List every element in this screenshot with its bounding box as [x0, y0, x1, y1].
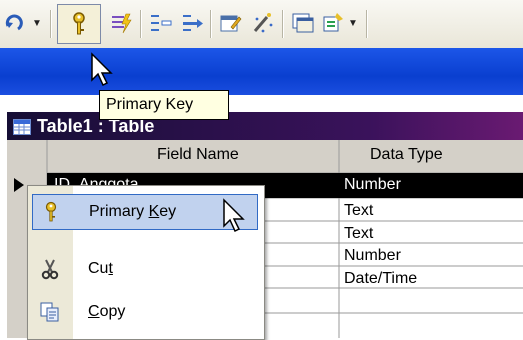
redo-dropdown-icon[interactable]: ▼	[32, 18, 42, 29]
mouse-cursor-icon	[91, 52, 113, 87]
scissors-icon	[32, 251, 68, 287]
toolbar-separator	[282, 10, 284, 38]
current-row-indicator-icon	[14, 178, 24, 192]
properties-icon[interactable]	[216, 8, 246, 38]
table-icon	[13, 119, 31, 135]
insert-rows-icon[interactable]	[146, 8, 176, 38]
application-title-area	[0, 48, 523, 95]
key-icon	[33, 194, 69, 230]
new-object-icon[interactable]	[318, 8, 348, 38]
delete-rows-icon[interactable]	[178, 8, 208, 38]
data-type-cell[interactable]: Number	[344, 176, 401, 194]
data-type-cell[interactable]: Number	[344, 247, 401, 265]
column-header-field-name[interactable]: Field Name	[157, 146, 239, 164]
toolbar-separator	[50, 10, 52, 38]
indexes-icon[interactable]	[106, 8, 136, 38]
primary-key-button[interactable]	[57, 4, 101, 44]
database-window-icon[interactable]	[288, 8, 318, 38]
menu-item-label: Primary Key	[89, 203, 177, 220]
key-icon	[73, 12, 85, 35]
copy-icon	[32, 294, 68, 330]
table-window-titlebar: Table1 : Table	[7, 112, 523, 140]
mouse-cursor-icon	[223, 198, 245, 233]
menu-item-copy[interactable]: Copy	[32, 294, 258, 330]
column-header-data-type[interactable]: Data Type	[370, 146, 443, 164]
tooltip: Primary Key	[99, 90, 229, 120]
toolbar-separator	[210, 10, 212, 38]
data-type-cell[interactable]: Date/Time	[344, 270, 417, 288]
menu-item-label: Copy	[88, 303, 126, 320]
menu-item-cut[interactable]: Cut	[32, 251, 258, 287]
redo-icon[interactable]	[0, 8, 30, 38]
toolbar-separator	[140, 10, 142, 38]
data-type-cell[interactable]: Text	[344, 202, 373, 220]
new-object-dropdown-icon[interactable]: ▼	[348, 18, 358, 29]
menu-item-label: Cut	[88, 260, 113, 277]
toolbar: ▼ ▼	[0, 0, 523, 49]
toolbar-separator	[366, 10, 368, 38]
data-type-cell[interactable]: Text	[344, 225, 373, 243]
build-icon[interactable]	[248, 8, 278, 38]
